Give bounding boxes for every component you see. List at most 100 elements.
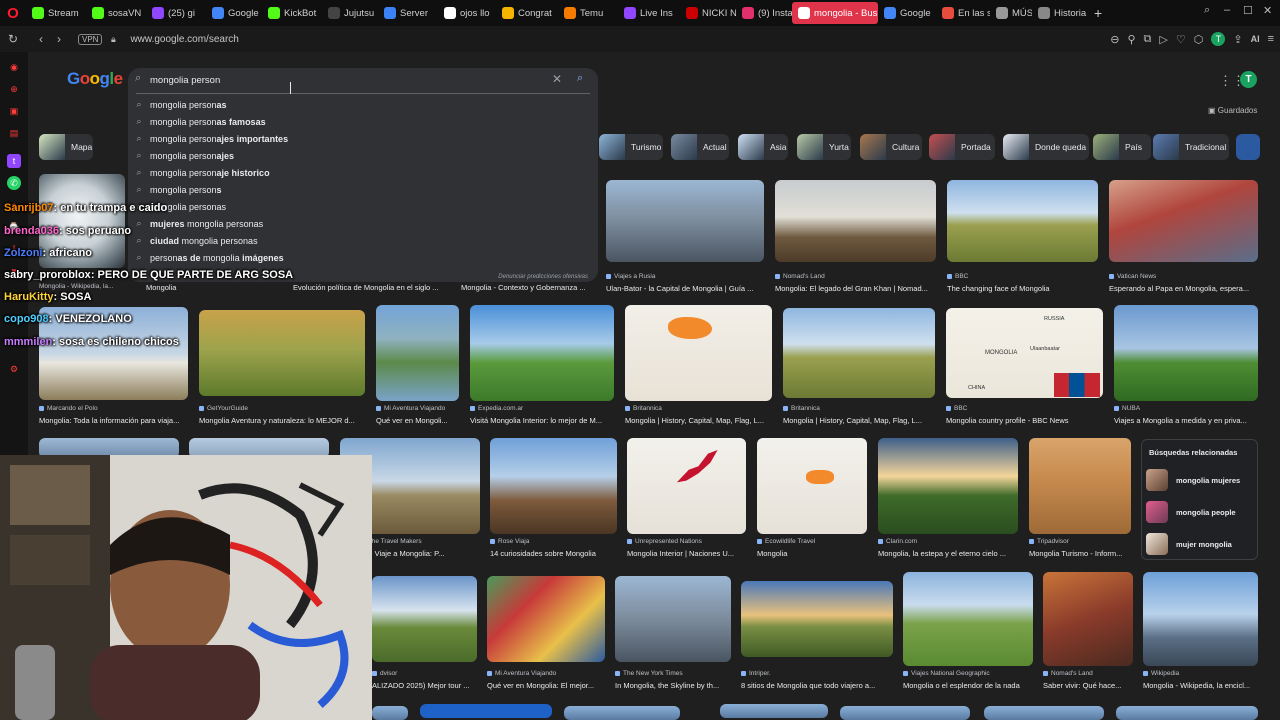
image-result[interactable] — [903, 572, 1033, 666]
related-item[interactable]: mongolia mujeres — [1146, 466, 1254, 494]
image-result[interactable] — [372, 576, 477, 662]
image-result[interactable] — [1143, 572, 1258, 666]
image-result[interactable] — [420, 704, 552, 718]
image-title[interactable]: Visitá Mongolia Interior: lo mejor de M.… — [470, 416, 614, 425]
image-source[interactable]: BBC — [946, 405, 1103, 412]
browser-tab[interactable]: ojos llo — [438, 2, 496, 24]
filter-chip[interactable]: Actual — [671, 134, 729, 160]
image-title[interactable]: Mongolia o el esplendor de la nada — [903, 681, 1033, 690]
image-source[interactable]: Nomad's Land — [775, 273, 936, 280]
suggestion-item[interactable]: ⌕ personas de mongolia imágenes — [128, 249, 598, 266]
image-result[interactable] — [470, 305, 614, 401]
forward-icon[interactable]: › — [50, 32, 68, 46]
search-input[interactable] — [150, 73, 530, 87]
image-result[interactable] — [720, 704, 828, 718]
browser-tab[interactable]: Temu — [558, 2, 618, 24]
image-title[interactable]: Mongolia: Toda la información para viaja… — [39, 416, 188, 425]
image-title[interactable]: Mongolia country profile - BBC News — [946, 416, 1103, 425]
lock-icon[interactable]: 🔒︎ — [106, 34, 120, 45]
image-result[interactable] — [775, 180, 936, 262]
menu-icon[interactable]: ≡ — [1268, 33, 1274, 45]
filter-chip[interactable]: Tradicional — [1153, 134, 1229, 160]
image-source[interactable]: Britannica — [783, 405, 935, 412]
suggestion-item[interactable]: ⌕ mongolia personas — [128, 198, 598, 215]
image-title[interactable]: ALIZADO 2025) Mejor tour ... — [372, 681, 477, 690]
flag-chip[interactable] — [1236, 134, 1260, 160]
filter-chip[interactable]: Mapa — [39, 134, 93, 160]
image-result[interactable] — [490, 438, 617, 534]
back-icon[interactable]: ‹ — [32, 32, 50, 46]
snapshot-icon[interactable]: ⧉ — [1144, 33, 1152, 46]
image-result[interactable] — [783, 308, 935, 398]
image-title[interactable]: Mongolia - Contexto y Gobernanza ... — [461, 283, 621, 292]
suggestion-item[interactable]: ⌕ mujeres mongolia personas — [128, 215, 598, 232]
image-title[interactable]: Ulan-Bator - la Capital de Mongolia | Gu… — [606, 284, 764, 293]
image-result[interactable] — [1029, 438, 1131, 534]
browser-tab[interactable]: Stream — [26, 2, 86, 24]
image-title[interactable]: Qué ver en Mongolia: El mejor... — [487, 681, 605, 690]
image-source[interactable]: Clarin.com — [878, 538, 1018, 545]
image-source[interactable]: Mongolia - Wikipedia, la... — [39, 283, 129, 290]
image-source[interactable]: Unrepresented Nations — [627, 538, 746, 545]
image-result[interactable] — [1116, 706, 1258, 720]
share-icon[interactable]: ⇪ — [1233, 33, 1242, 46]
google-logo[interactable]: Google — [67, 69, 123, 89]
browser-tab[interactable]: sosaVN — [86, 2, 146, 24]
image-source[interactable]: GetYourGuide — [199, 405, 365, 412]
image-source[interactable]: Wikipedia — [1143, 670, 1258, 677]
image-source[interactable]: NUBA — [1114, 405, 1258, 412]
browser-tab[interactable]: Server — [378, 2, 438, 24]
image-title[interactable]: Saber vivir: Qué hace... — [1043, 681, 1133, 690]
image-title[interactable]: The changing face of Mongolia — [947, 284, 1098, 293]
image-source[interactable]: dvisor — [372, 670, 477, 677]
image-title[interactable]: Qué ver en Mongoli... — [376, 416, 459, 425]
player-icon[interactable]: ▤ — [7, 126, 21, 140]
filter-chip[interactable]: Yurta — [797, 134, 851, 160]
whatsapp-icon[interactable]: ✆ — [7, 176, 21, 190]
image-result[interactable] — [757, 438, 867, 534]
minimize-icon[interactable]: – — [1224, 4, 1230, 16]
messenger-icon[interactable]: ▣ — [7, 104, 21, 118]
maximize-icon[interactable]: ☐ — [1243, 4, 1253, 17]
image-result[interactable] — [1109, 180, 1258, 262]
browser-tab[interactable]: KickBot — [262, 2, 322, 24]
image-result[interactable] — [199, 310, 365, 396]
suggestion-item[interactable]: ⌕ mongolia persons — [128, 181, 598, 198]
filter-chip[interactable]: Turismo — [599, 134, 663, 160]
image-result[interactable] — [564, 706, 680, 720]
image-result[interactable] — [606, 180, 764, 262]
suggestion-item[interactable]: ⌕ ciudad mongolia personas — [128, 232, 598, 249]
image-title[interactable]: In Mongolia, the Skyline by th... — [615, 681, 731, 690]
zoom-icon[interactable]: ⊖ — [1110, 33, 1119, 46]
saved-link[interactable]: ▣ Guardados — [1208, 106, 1257, 115]
suggestion-item[interactable]: ⌕ mongolia personajes importantes — [128, 130, 598, 147]
browser-tab[interactable]: MÚS — [990, 2, 1032, 24]
browser-tab[interactable]: (9) Insta — [736, 2, 792, 24]
image-result[interactable] — [376, 305, 459, 401]
image-title[interactable]: Mongolia — [146, 283, 206, 292]
image-title[interactable]: Mongolia: El legado del Gran Khan | Noma… — [775, 284, 936, 293]
image-title[interactable]: Mongolia | History, Capital, Map, Flag, … — [625, 416, 772, 425]
url-field[interactable]: www.google.com/search — [130, 34, 238, 45]
browser-tab[interactable]: mongolia - Bus✕ — [792, 2, 878, 24]
play-icon[interactable]: ▷ — [1159, 33, 1167, 46]
browser-tab[interactable]: En las s — [936, 2, 990, 24]
image-title[interactable]: Esperando al Papa en Mongolia, espera... — [1109, 284, 1258, 293]
image-result[interactable] — [741, 581, 893, 657]
image-title[interactable]: Mongolia Turismo - Inform... — [1029, 549, 1131, 558]
image-result[interactable] — [840, 706, 970, 720]
image-source[interactable]: Rose Viaja — [490, 538, 617, 545]
gaming-icon[interactable]: ⊕ — [7, 82, 21, 96]
filter-chip[interactable]: Donde queda — [1003, 134, 1089, 160]
account-avatar[interactable]: T — [1240, 71, 1257, 88]
browser-tab[interactable]: Google — [878, 2, 936, 24]
image-title[interactable]: Mongolia - Wikipedia, la encicl... — [1143, 681, 1258, 690]
filter-chip[interactable]: Asia — [738, 134, 788, 160]
image-source[interactable]: Mi Aventura Viajando — [376, 405, 459, 412]
settings-icon[interactable]: ⚙ — [7, 362, 21, 376]
suggestion-item[interactable]: ⌕ mongolia personas famosas — [128, 113, 598, 130]
image-result[interactable] — [627, 438, 746, 534]
filter-chip[interactable]: Portada — [929, 134, 995, 160]
search-submit-icon[interactable]: ⌕ — [577, 72, 583, 85]
image-result[interactable] — [1114, 305, 1258, 401]
